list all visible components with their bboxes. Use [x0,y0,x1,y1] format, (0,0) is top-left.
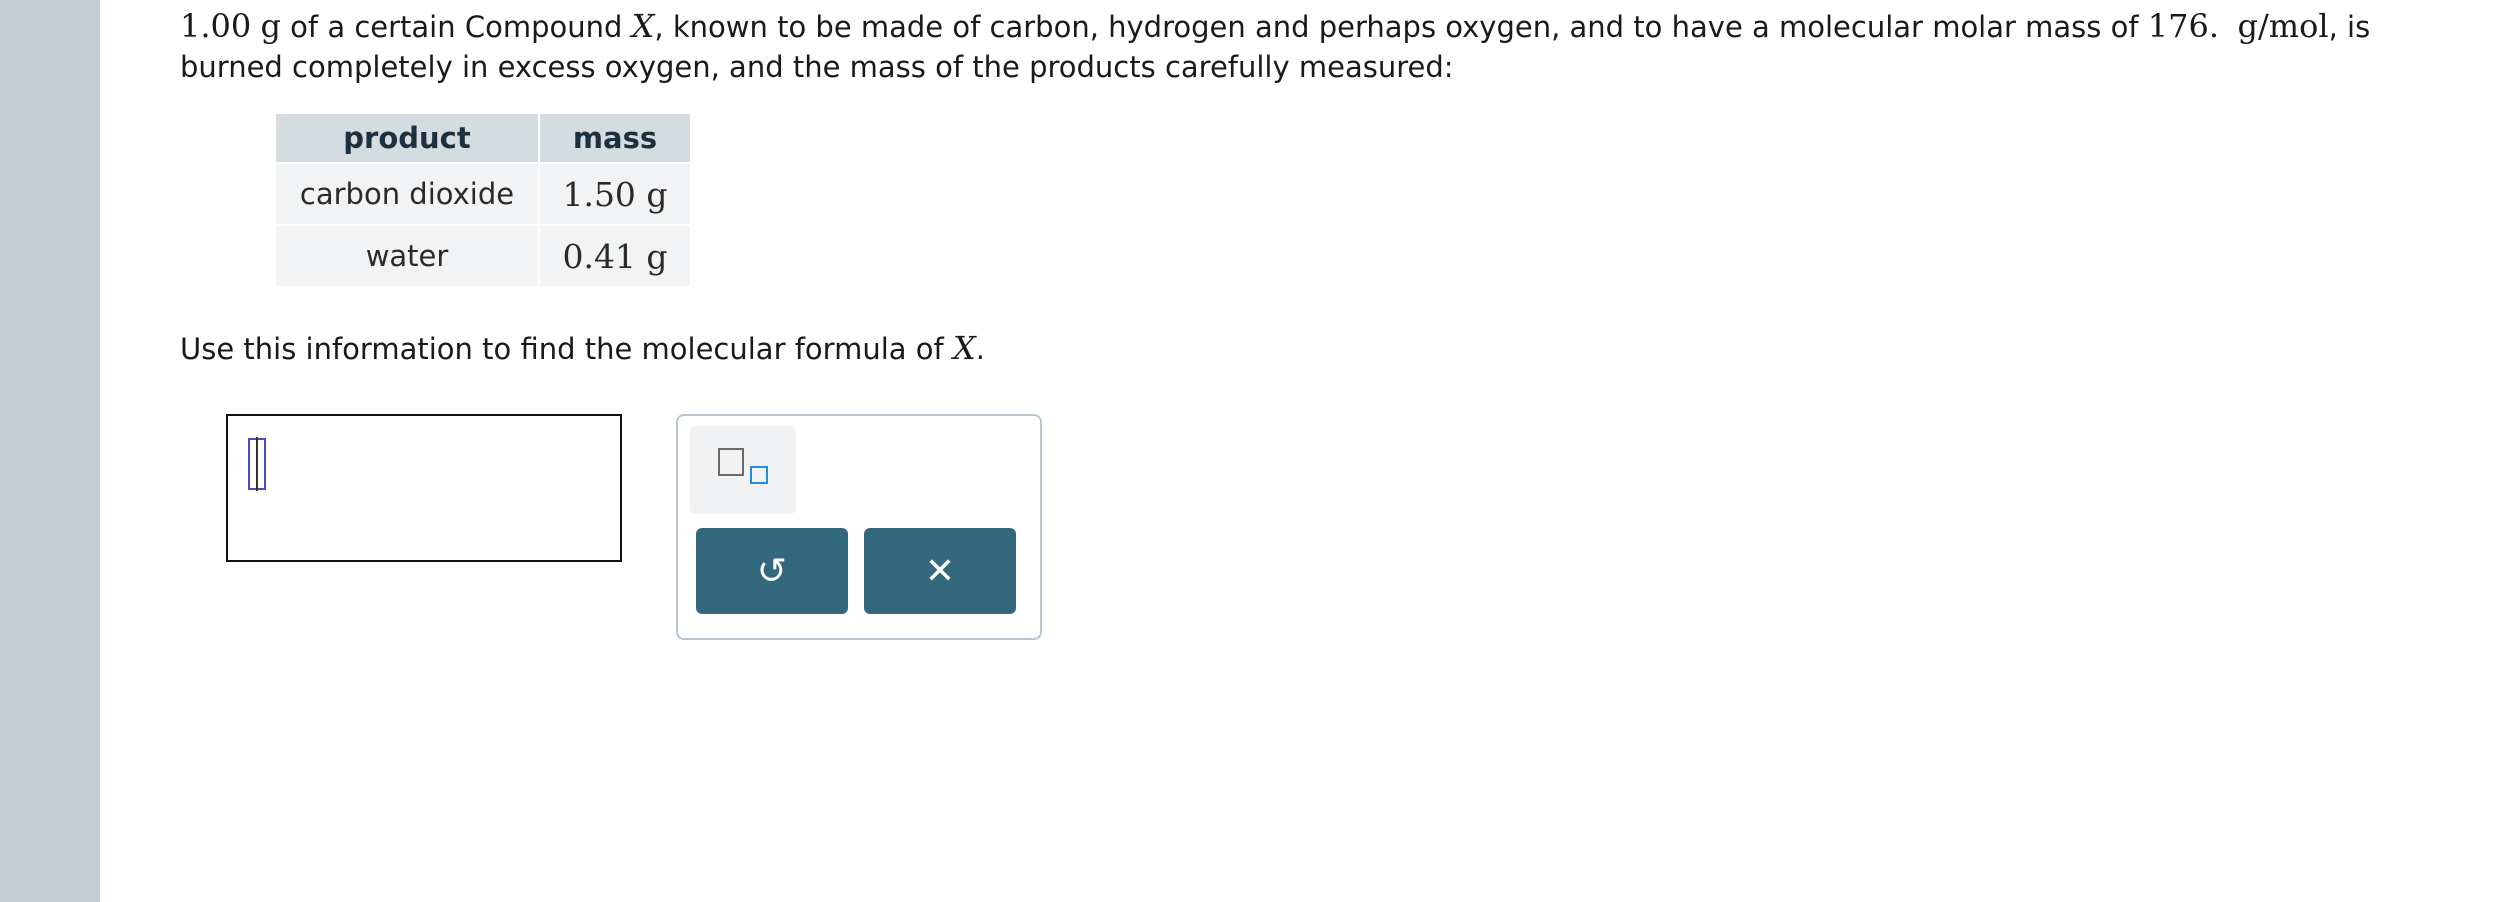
question-content: 1.00 g of a certain Compound X, known to… [180,6,2430,640]
problem-text-1: of a certain Compound [280,10,632,44]
mass-cell: 0.41 g [538,224,692,288]
text-cursor-placeholder [248,437,266,491]
subscript-box-icon [750,466,768,484]
undo-button[interactable]: ↺ [696,528,848,614]
product-cell: water [274,224,540,288]
molar-mass-unit: g/mol [2237,7,2329,45]
question-variable: X [952,329,976,367]
column-header-product: product [274,112,540,164]
problem-text-2: , known to be made of carbon, hydrogen a… [654,10,2148,44]
mass-value: 1.00 [180,7,252,45]
compound-variable: X [631,7,655,45]
question-end: . [975,332,985,366]
left-rail [0,0,100,902]
subscript-template-button[interactable] [690,426,796,514]
question-text: Use this information to find the molecul… [180,332,953,366]
close-icon: ✕ [924,550,956,592]
table-row: water 0.41 g [274,224,692,288]
column-header-mass: mass [538,112,692,164]
undo-icon: ↺ [756,550,788,592]
subscript-template-icon [718,448,744,476]
molar-mass-value: 176. [2147,7,2220,45]
mass-unit: g [260,7,281,45]
product-cell: carbon dioxide [274,162,540,226]
table-row: carbon dioxide 1.50 g [274,162,692,226]
mass-cell: 1.50 g [538,162,692,226]
question-prompt: Use this information to find the molecul… [180,328,985,369]
table-header-row: product mass [274,112,692,164]
formula-palette: ↺ ✕ [676,414,1042,640]
problem-statement: 1.00 g of a certain Compound X, known to… [180,6,2430,87]
answer-input-field[interactable] [226,414,622,562]
clear-button[interactable]: ✕ [864,528,1016,614]
products-table: product mass carbon dioxide 1.50 g water… [274,112,692,288]
